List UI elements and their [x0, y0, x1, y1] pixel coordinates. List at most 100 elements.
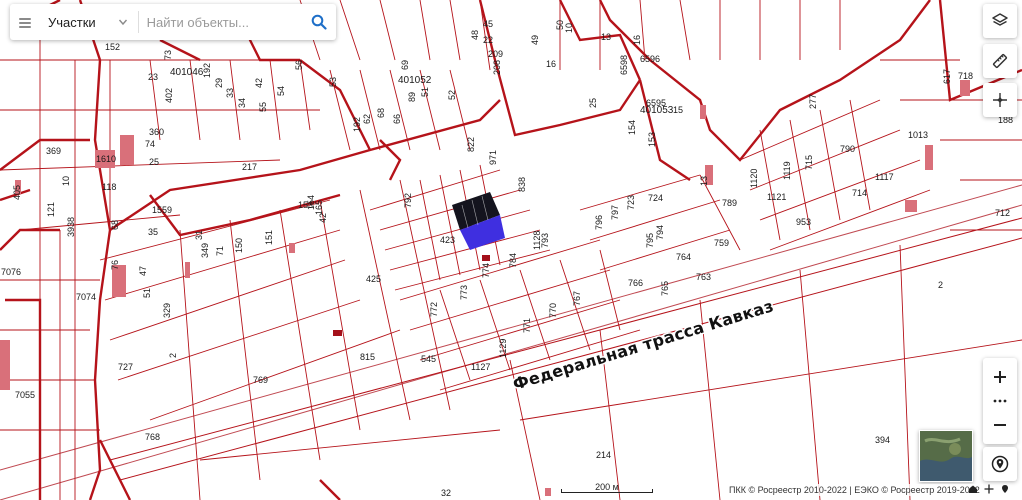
parcel-number: 214	[596, 450, 611, 460]
parcel-number: 7055	[15, 390, 35, 400]
parcel-number: 48	[470, 30, 480, 40]
parcel-number: 73	[163, 50, 173, 60]
parcel-number: 165	[314, 200, 324, 215]
parcel-number: 153	[647, 132, 657, 147]
parcel-number: 402	[164, 88, 174, 103]
parcel-number: 971	[488, 150, 498, 165]
parcel-number: 724	[648, 193, 663, 203]
pin-small-icon[interactable]	[1000, 484, 1010, 494]
layers-button[interactable]	[983, 4, 1017, 38]
quarter-label: 401052	[398, 75, 432, 86]
parcel-number: 118	[102, 182, 116, 192]
menu-button[interactable]	[10, 4, 40, 40]
parcel-number: 209	[488, 49, 503, 59]
parcel-number: 277	[808, 94, 818, 109]
parcel-number: 10	[61, 176, 71, 186]
search-input[interactable]	[144, 6, 302, 38]
locate-button[interactable]	[983, 83, 1017, 117]
parcel-number: 797	[610, 205, 620, 220]
parcel-number: 42	[318, 213, 328, 223]
parcel-number: 192	[352, 117, 362, 132]
parcel-number: 51	[142, 288, 152, 298]
parcel-number: 423	[440, 235, 455, 245]
parcel-number: 53	[328, 77, 338, 87]
parcel-number: 774	[481, 263, 491, 278]
parcel-number: 55	[258, 102, 268, 112]
parcel-number: 22	[483, 35, 493, 45]
parcel-number: 768	[145, 432, 160, 442]
object-type-label: Участки	[48, 14, 96, 30]
parcel-number: 838	[517, 177, 527, 192]
search-icon	[311, 14, 327, 30]
ruler-button[interactable]	[983, 44, 1017, 78]
parcel-number: 52	[447, 90, 457, 100]
parcel-number: 152	[105, 42, 120, 52]
parcel-number: 2	[938, 280, 943, 290]
parcel-number: 349	[200, 243, 210, 258]
parcel-number: 763	[696, 272, 711, 282]
parcel-number: 792	[403, 193, 413, 208]
geolocation-button[interactable]	[983, 447, 1017, 481]
parcel-number: 89	[407, 92, 417, 102]
cadastral-map[interactable]: 401046 401052 401053 152 23 73 402 192 29 33 34 42 5…	[0, 0, 1022, 500]
parcel-number: 822	[466, 137, 476, 152]
parcel-number: 796	[594, 215, 604, 230]
parcel-number: 150	[234, 238, 244, 253]
parcel-number: 68	[376, 108, 386, 118]
parcel-number: 192	[202, 63, 212, 78]
home-icon[interactable]	[968, 484, 978, 494]
parcel-number: 1610	[96, 154, 116, 164]
zoom-in-button[interactable]	[983, 360, 1017, 394]
parcel-number: 23	[148, 72, 158, 82]
parcel-number: 34	[237, 98, 247, 108]
parcel-number: 1120	[749, 169, 759, 188]
zoom-controls	[983, 358, 1017, 444]
parcel-number: 3938	[66, 217, 76, 237]
chevron-down-icon	[118, 19, 127, 26]
parcel-number: 759	[714, 238, 729, 248]
parcel-number: 718	[958, 71, 973, 81]
parcel-number: 1121	[767, 192, 786, 202]
crosshair-small-icon[interactable]	[984, 484, 994, 494]
parcel-number: 66	[392, 114, 402, 124]
more-button[interactable]	[983, 394, 1017, 408]
parcel-number: 13	[699, 176, 709, 186]
parcel-number: 1119	[782, 161, 792, 180]
parcel-number: 793	[540, 233, 550, 248]
parcel-number: 154	[627, 120, 637, 135]
hamburger-icon	[19, 17, 31, 28]
parcel-number: 76	[110, 260, 120, 270]
object-type-select[interactable]: Участки	[40, 4, 134, 40]
parcel-number: 794	[655, 225, 665, 240]
plus-icon	[994, 371, 1006, 383]
parcel-number: 789	[722, 198, 737, 208]
parcel-number: 617	[942, 69, 952, 84]
parcel-number: 25	[149, 157, 159, 167]
search-button[interactable]	[302, 4, 336, 40]
search-bar: Участки	[10, 4, 336, 40]
parcel-number: 6595	[646, 98, 666, 108]
parcel-number: 45	[483, 19, 493, 29]
quarter-label: 401046	[170, 67, 204, 78]
layers-icon	[992, 13, 1008, 26]
parcel-number: 7074	[76, 292, 96, 302]
parcel-number: 771	[522, 318, 532, 333]
zoom-out-button[interactable]	[983, 408, 1017, 442]
satellite-minimap[interactable]	[919, 430, 973, 482]
parcel-number: 545	[421, 354, 436, 364]
parcel-number: 121	[46, 202, 56, 217]
parcel-number: 151	[264, 230, 274, 245]
scale-bar: 200 м	[561, 482, 653, 495]
crosshair-icon	[993, 93, 1007, 107]
parcel-number: 16	[546, 59, 556, 69]
parcel-number: 1559	[152, 205, 172, 215]
parcel-number: 712	[995, 208, 1010, 218]
parcel-number: 394	[875, 435, 890, 445]
parcel-number: 42	[254, 78, 264, 88]
parcel-number: 953	[796, 217, 811, 227]
parcel-number: 29	[214, 78, 224, 88]
parcel-number: 773	[459, 285, 469, 300]
ruler-icon	[992, 53, 1008, 69]
parcel-number: 1117	[875, 172, 894, 182]
parcel-number: 369	[46, 146, 61, 156]
